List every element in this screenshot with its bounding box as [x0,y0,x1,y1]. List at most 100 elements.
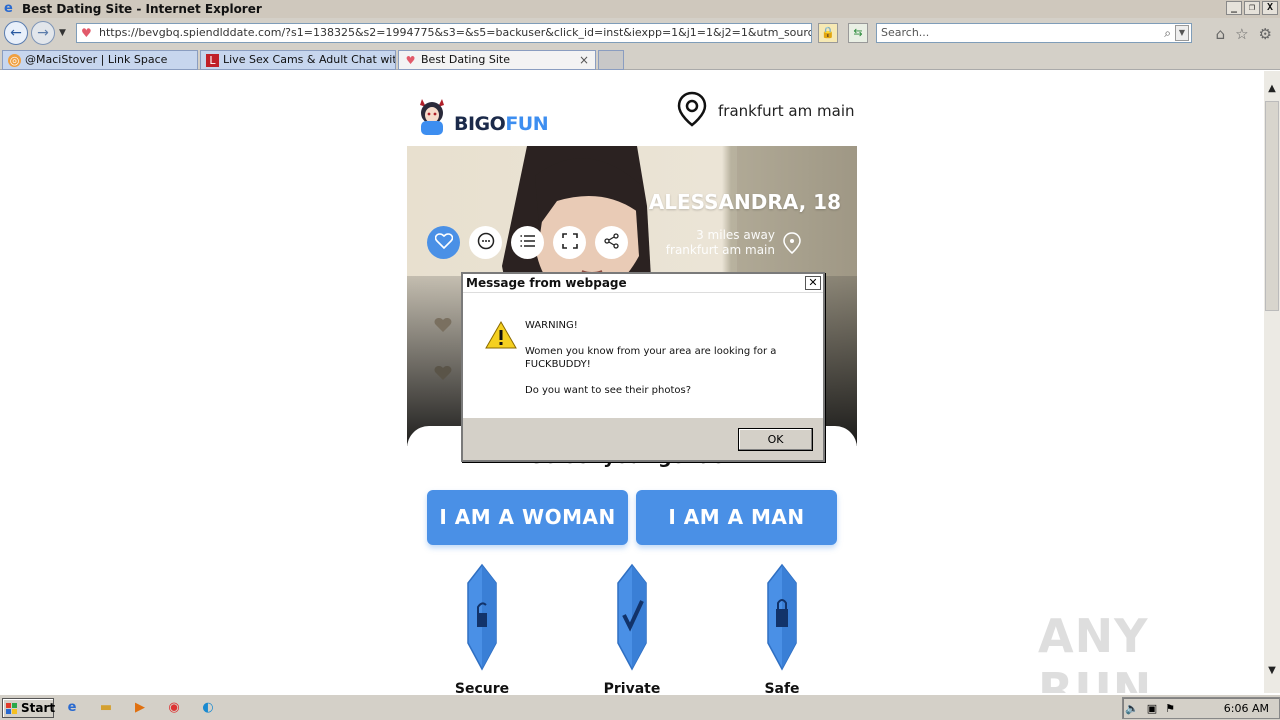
window-title: Best Dating Site - Internet Explorer [22,2,262,16]
scroll-up-icon[interactable]: ▲ [1264,83,1280,99]
chat-bubble-icon [477,232,495,254]
fullscreen-button[interactable] [553,226,586,259]
message-dialog: Message from webpage ✕ WARNING! Women yo… [461,272,825,462]
ie-taskbar-icon[interactable]: e [62,698,82,718]
like-button[interactable] [427,226,460,259]
site-logo[interactable]: BIGOFUN [416,93,549,137]
search-icon[interactable]: ⌕ [1164,24,1171,42]
dialog-body: WARNING! Women you know from your area a… [463,293,823,418]
feature-private-label: Private [603,681,661,693]
feature-safe-label: Safe [764,681,800,693]
brand-name: BIGOFUN [454,113,549,135]
feature-safe: Safe [752,563,812,693]
refresh-button[interactable]: ⇆ [848,23,868,43]
brand-bigo: BIGO [454,113,506,135]
expand-icon [561,232,578,253]
tab-best-dating[interactable]: ♥ Best Dating Site × [398,50,596,70]
taskbar: Start e ▬ ▶ ◉ ◐ 🔈 ▣ ⚑ 6:06 AM [0,694,1280,720]
dialog-line-body: Women you know from your area are lookin… [525,346,777,370]
tab-livecams[interactable]: L Live Sex Cams & Adult Chat wit... [200,50,396,70]
folder-icon[interactable]: ▬ [96,698,116,718]
heart-outline-icon [434,232,453,253]
window-controls: _ ❐ X [1226,1,1278,15]
dialog-footer: OK [463,418,823,460]
feature-secure-label: Secure [454,681,510,693]
action-flag-icon[interactable]: ⚑ [1165,702,1175,715]
profile-city: frankfurt am main [665,243,775,257]
linkspace-icon: ◎ [8,54,21,67]
home-icon[interactable]: ⌂ [1216,25,1226,43]
back-button[interactable]: ← [4,21,28,45]
quick-launch: e ▬ ▶ ◉ ◐ [62,698,218,718]
dialog-line-warning: WARNING! [525,320,578,331]
clock[interactable]: 6:06 AM [1224,702,1269,715]
forward-button[interactable]: → [31,21,55,45]
heart-icon [434,318,452,332]
profile-actions [427,226,628,259]
i-am-a-woman-button[interactable]: I AM A WOMAN [427,490,628,545]
profile-name-age: ALESSANDRA, 18 [648,190,841,214]
minimize-button[interactable]: _ [1226,1,1242,15]
chrome-icon[interactable]: ◉ [164,698,184,718]
share-button[interactable] [595,226,628,259]
tab-bar: ◎ @MaciStover | Link Space L Live Sex Ca… [0,48,1280,70]
favorites-star-icon[interactable]: ☆ [1235,25,1248,43]
chat-button[interactable] [469,226,502,259]
dialog-title: Message from webpage [463,274,823,293]
share-icon [603,232,620,253]
search-dropdown-icon[interactable]: ▼ [1175,25,1189,41]
tab-label: Best Dating Site [421,53,511,66]
media-player-icon[interactable]: ▶ [130,698,150,718]
address-input[interactable]: ♥ https://bevgbq.spiendlddate.com/?s1=13… [76,23,812,43]
windows-flag-icon [6,702,18,714]
system-tray: 🔈 ▣ ⚑ 6:06 AM [1122,697,1280,719]
address-url: https://bevgbq.spiendlddate.com/?s1=1383… [99,26,811,39]
arrow-right-icon: → [37,25,49,41]
heart-icon [434,366,452,380]
distance-text: 3 miles away [696,228,775,242]
small-pin-icon [783,232,801,258]
network-icon[interactable]: ▣ [1147,702,1157,715]
feature-secure: Secure [452,563,512,693]
shield-lock-icon [752,563,812,677]
location-display: frankfurt am main [676,91,855,131]
address-toolbar: ← → ▼ ♥ https://bevgbq.spiendlddate.com/… [0,18,1280,48]
search-input[interactable]: Search... ⌕ ▼ [876,23,1192,43]
mascot-logo-icon [416,93,448,137]
shield-unlocked-icon [452,563,512,677]
tools-gear-icon[interactable]: ⚙ [1259,25,1272,43]
new-tab-button[interactable] [598,50,624,70]
edge-icon[interactable]: ◐ [198,698,218,718]
start-button[interactable]: Start [2,698,55,718]
anyrun-watermark: ANY RUN [1038,609,1153,693]
tab-label: @MaciStover | Link Space [25,53,168,66]
site-icon: L [206,54,219,67]
history-dropdown-icon[interactable]: ▼ [59,28,66,38]
heart-icon: ♥ [405,54,416,67]
shield-check-icon [602,563,662,677]
ie-logo-icon: e [4,1,13,16]
dialog-close-button[interactable]: ✕ [805,276,821,290]
scroll-down-icon[interactable]: ▼ [1264,665,1280,681]
arrow-left-icon: ← [10,25,22,41]
close-tab-icon[interactable]: × [579,51,589,69]
feature-private: Private [602,563,662,693]
vertical-scrollbar[interactable]: ▲ ▼ [1264,71,1280,693]
volume-icon[interactable]: 🔈 [1125,702,1139,715]
location-pin-icon [676,91,708,131]
list-button[interactable] [511,226,544,259]
dialog-line-question: Do you want to see their photos? [525,385,692,396]
list-icon [519,233,536,252]
scroll-thumb[interactable] [1265,101,1279,311]
dialog-message: WARNING! Women you know from your area a… [525,319,795,410]
site-favicon-icon: ♥ [81,26,92,40]
close-window-button[interactable]: X [1262,1,1278,15]
lock-icon[interactable]: 🔒 [818,23,838,43]
tab-linkspace[interactable]: ◎ @MaciStover | Link Space [2,50,198,70]
ok-button[interactable]: OK [738,428,813,451]
i-am-a-man-button[interactable]: I AM A MAN [636,490,837,545]
brand-fun: FUN [505,113,549,135]
restore-button[interactable]: ❐ [1244,1,1260,15]
profile-distance: 3 miles away frankfurt am main [666,228,775,258]
toolbar-icons: ⌂ ☆ ⚙ [1216,25,1272,43]
